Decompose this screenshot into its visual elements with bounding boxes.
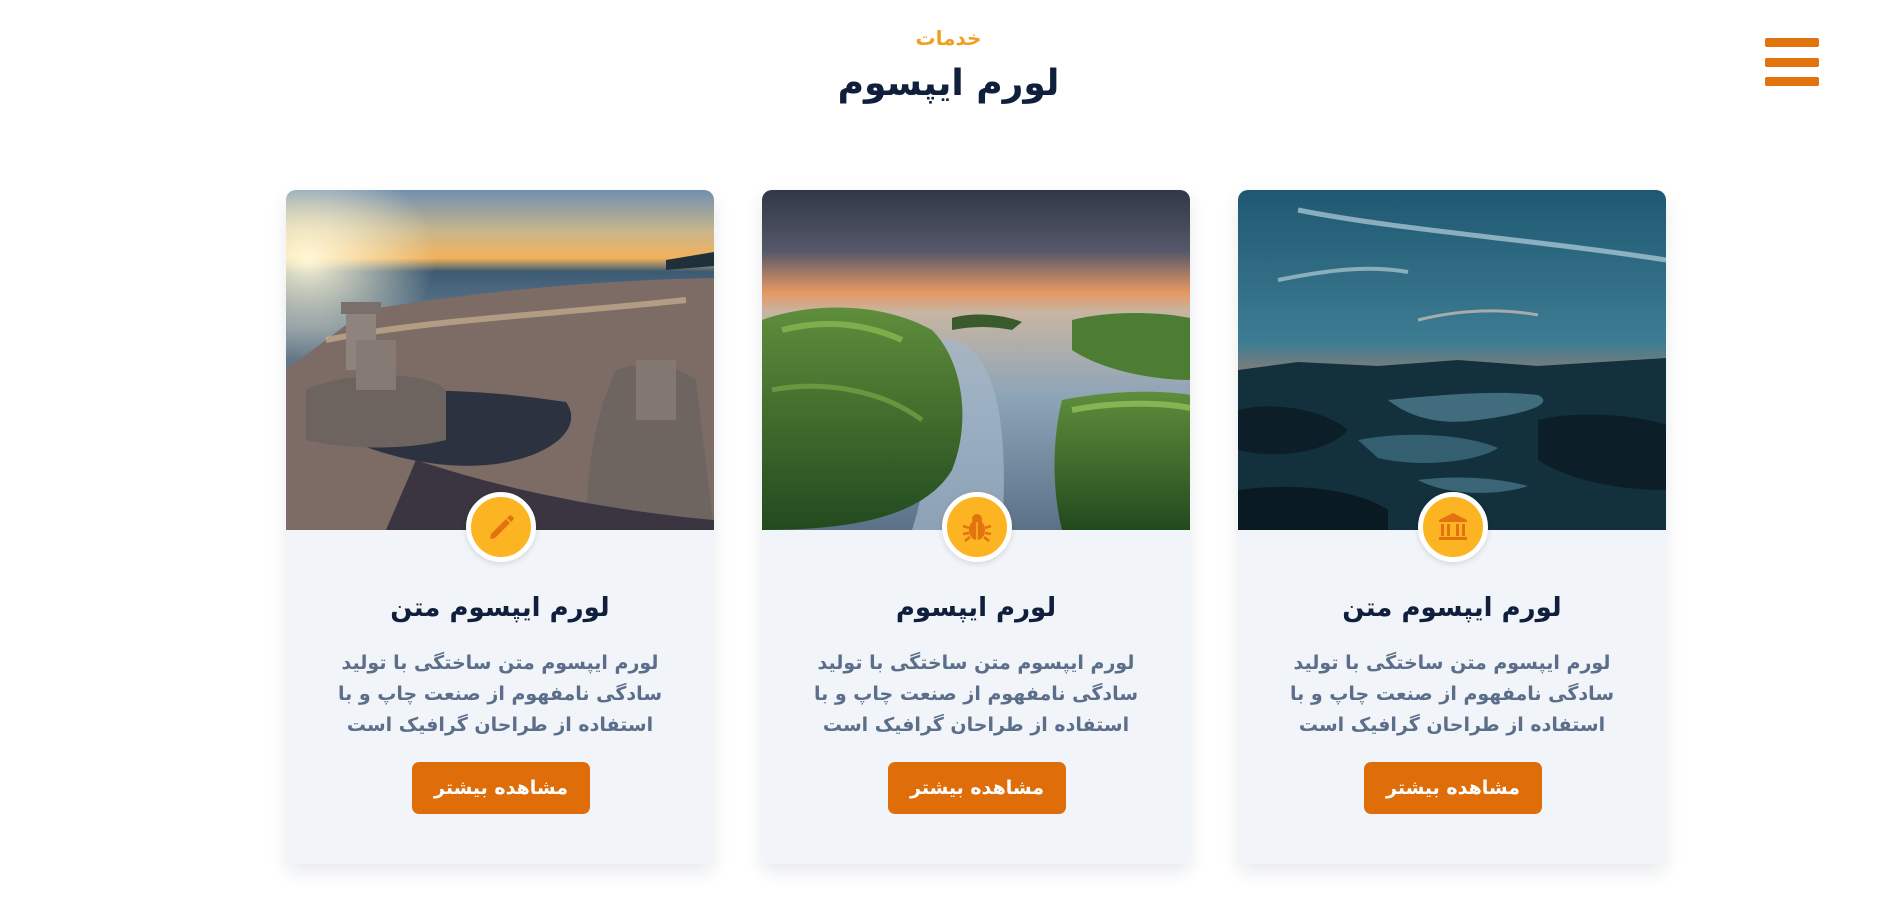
card-title: لورم ایپسوم bbox=[895, 593, 1057, 623]
section-header: خدمات لورم ایپسوم bbox=[0, 24, 1897, 106]
mossy-coast-photo bbox=[762, 190, 1190, 530]
beach-sandcastle-photo bbox=[286, 190, 714, 530]
pencil-icon bbox=[466, 492, 536, 562]
service-card: لورم ایپسوم متن لورم ایپسوم متن ساختگی ب… bbox=[1238, 190, 1666, 864]
card-description: لورم ایپسوم متن ساختگی با تولید سادگی نا… bbox=[813, 652, 1139, 736]
service-card: لورم ایپسوم لورم ایپسوم متن ساختگی با تو… bbox=[762, 190, 1190, 864]
section-title: لورم ایپسوم bbox=[837, 63, 1060, 104]
services-cards: لورم ایپسوم متن لورم ایپسوم متن ساختگی ب… bbox=[286, 190, 1666, 864]
card-title: لورم ایپسوم متن bbox=[1342, 593, 1562, 623]
card-title: لورم ایپسوم متن bbox=[390, 593, 610, 623]
card-description: لورم ایپسوم متن ساختگی با تولید سادگی نا… bbox=[337, 652, 663, 736]
section-subtitle: خدمات bbox=[915, 26, 982, 50]
bug-icon bbox=[942, 492, 1012, 562]
view-more-button[interactable]: مشاهده بیشتر bbox=[1364, 762, 1542, 814]
service-card: لورم ایپسوم متن لورم ایپسوم متن ساختگی ب… bbox=[286, 190, 714, 864]
lake-sunset-photo bbox=[1238, 190, 1666, 530]
card-description: لورم ایپسوم متن ساختگی با تولید سادگی نا… bbox=[1289, 652, 1615, 736]
view-more-button[interactable]: مشاهده بیشتر bbox=[412, 762, 590, 814]
view-more-button[interactable]: مشاهده بیشتر bbox=[888, 762, 1066, 814]
bank-icon bbox=[1418, 492, 1488, 562]
